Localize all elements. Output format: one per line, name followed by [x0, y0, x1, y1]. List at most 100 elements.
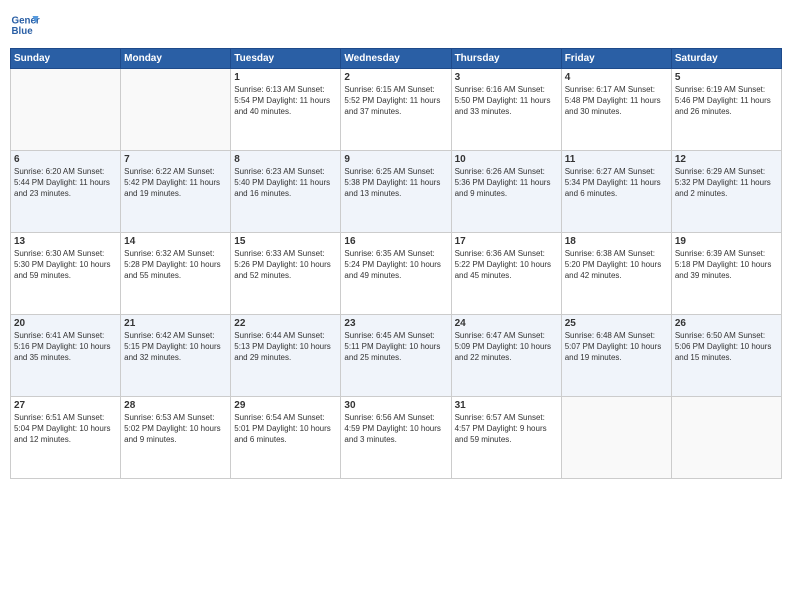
day-number: 17	[455, 236, 558, 247]
calendar-cell	[671, 397, 781, 479]
day-number: 22	[234, 318, 337, 329]
calendar-week-row: 13 Sunrise: 6:30 AM Sunset: 5:30 PM Dayli…	[11, 233, 782, 315]
day-number: 18	[565, 236, 668, 247]
day-number: 9	[344, 154, 447, 165]
calendar-cell: 10 Sunrise: 6:26 AM Sunset: 5:36 PM Dayli…	[451, 151, 561, 233]
day-number: 30	[344, 400, 447, 411]
calendar-cell	[11, 69, 121, 151]
calendar-cell: 23Sunrise: 6:45 AM Sunset: 5:11 PM Dayli…	[341, 315, 451, 397]
calendar-cell	[561, 397, 671, 479]
calendar-cell: 27 Sunrise: 6:51 AM Sunset: 5:04 PM Dayli…	[11, 397, 121, 479]
cell-info: Sunrise: 6:30 AM Sunset: 5:30 PM Dayligh…	[14, 249, 117, 281]
cell-info: Sunrise: 6:26 AM Sunset: 5:36 PM Dayligh…	[455, 167, 558, 199]
calendar-cell: 21 Sunrise: 6:42 AM Sunset: 5:15 PM Dayli…	[121, 315, 231, 397]
weekday-header-saturday: Saturday	[671, 49, 781, 69]
day-number: 10	[455, 154, 558, 165]
calendar-cell: 5Sunrise: 6:19 AM Sunset: 5:46 PM Daylig…	[671, 69, 781, 151]
cell-info: Sunrise: 6:44 AM Sunset: 5:13 PM Dayligh…	[234, 331, 337, 363]
day-number: 31	[455, 400, 558, 411]
weekday-header-monday: Monday	[121, 49, 231, 69]
calendar-cell: 17 Sunrise: 6:36 AM Sunset: 5:22 PM Dayli…	[451, 233, 561, 315]
calendar-week-row: 6 Sunrise: 6:20 AM Sunset: 5:44 PM Daylig…	[11, 151, 782, 233]
day-number: 6	[14, 154, 117, 165]
day-number: 19	[675, 236, 778, 247]
calendar-cell: 12 Sunrise: 6:29 AM Sunset: 5:32 PM Dayli…	[671, 151, 781, 233]
day-number: 29	[234, 400, 337, 411]
day-number: 2	[344, 72, 447, 83]
day-number: 3	[455, 72, 558, 83]
day-number: 26	[675, 318, 778, 329]
calendar-cell: 1 Sunrise: 6:13 AM Sunset: 5:54 PM Daylig…	[231, 69, 341, 151]
cell-info: Sunrise: 6:29 AM Sunset: 5:32 PM Dayligh…	[675, 167, 778, 199]
calendar-cell: 18 Sunrise: 6:38 AM Sunset: 5:20 PM Dayli…	[561, 233, 671, 315]
day-number: 25	[565, 318, 668, 329]
cell-info: Sunrise: 6:48 AM Sunset: 5:07 PM Dayligh…	[565, 331, 668, 363]
day-number: 8	[234, 154, 337, 165]
calendar-cell: 2 Sunrise: 6:15 AM Sunset: 5:52 PM Daylig…	[341, 69, 451, 151]
cell-info: Sunrise: 6:41 AM Sunset: 5:16 PM Dayligh…	[14, 331, 117, 363]
day-number: 7	[124, 154, 227, 165]
calendar-cell: 16 Sunrise: 6:35 AM Sunset: 5:24 PM Dayli…	[341, 233, 451, 315]
cell-info: Sunrise: 6:50 AM Sunset: 5:06 PM Dayligh…	[675, 331, 778, 363]
calendar-cell: 15 Sunrise: 6:33 AM Sunset: 5:26 PM Dayli…	[231, 233, 341, 315]
cell-info: Sunrise: 6:13 AM Sunset: 5:54 PM Dayligh…	[234, 85, 337, 117]
cell-info: Sunrise: 6:38 AM Sunset: 5:20 PM Dayligh…	[565, 249, 668, 281]
cell-info: Sunrise: 6:56 AM Sunset: 4:59 PM Dayligh…	[344, 413, 447, 445]
weekday-header-wednesday: Wednesday	[341, 49, 451, 69]
cell-info: Sunrise: 6:57 AM Sunset: 4:57 PM Dayligh…	[455, 413, 558, 445]
calendar-week-row: 20 Sunrise: 6:41 AM Sunset: 5:16 PM Dayli…	[11, 315, 782, 397]
cell-info: Sunrise: 6:53 AM Sunset: 5:02 PM Dayligh…	[124, 413, 227, 445]
calendar-cell: 13 Sunrise: 6:30 AM Sunset: 5:30 PM Dayli…	[11, 233, 121, 315]
calendar-cell: 14 Sunrise: 6:32 AM Sunset: 5:28 PM Dayli…	[121, 233, 231, 315]
calendar-cell: 20 Sunrise: 6:41 AM Sunset: 5:16 PM Dayli…	[11, 315, 121, 397]
calendar-cell: 26 Sunrise: 6:50 AM Sunset: 5:06 PM Dayli…	[671, 315, 781, 397]
calendar-cell: 3Sunrise: 6:16 AM Sunset: 5:50 PM Daylig…	[451, 69, 561, 151]
cell-info: Sunrise: 6:51 AM Sunset: 5:04 PM Dayligh…	[14, 413, 117, 445]
cell-info: Sunrise: 6:22 AM Sunset: 5:42 PM Dayligh…	[124, 167, 227, 199]
day-number: 13	[14, 236, 117, 247]
cell-info: Sunrise: 6:32 AM Sunset: 5:28 PM Dayligh…	[124, 249, 227, 281]
calendar-cell: 6 Sunrise: 6:20 AM Sunset: 5:44 PM Daylig…	[11, 151, 121, 233]
calendar-cell: 24 Sunrise: 6:47 AM Sunset: 5:09 PM Dayli…	[451, 315, 561, 397]
calendar-cell: 29 Sunrise: 6:54 AM Sunset: 5:01 PM Dayli…	[231, 397, 341, 479]
calendar-cell: 9 Sunrise: 6:25 AM Sunset: 5:38 PM Daylig…	[341, 151, 451, 233]
cell-info: Sunrise: 6:15 AM Sunset: 5:52 PM Dayligh…	[344, 85, 447, 117]
cell-info: Sunrise: 6:47 AM Sunset: 5:09 PM Dayligh…	[455, 331, 558, 363]
calendar-cell: 25 Sunrise: 6:48 AM Sunset: 5:07 PM Dayli…	[561, 315, 671, 397]
day-number: 28	[124, 400, 227, 411]
cell-info: Sunrise: 6:20 AM Sunset: 5:44 PM Dayligh…	[14, 167, 117, 199]
day-number: 14	[124, 236, 227, 247]
logo: General Blue	[10, 10, 40, 40]
calendar-cell: 30 Sunrise: 6:56 AM Sunset: 4:59 PM Dayli…	[341, 397, 451, 479]
day-number: 12	[675, 154, 778, 165]
calendar-header-row: SundayMondayTuesdayWednesdayThursdayFrid…	[11, 49, 782, 69]
day-number: 23	[344, 318, 447, 329]
weekday-header-thursday: Thursday	[451, 49, 561, 69]
day-number: 21	[124, 318, 227, 329]
cell-info: Sunrise: 6:54 AM Sunset: 5:01 PM Dayligh…	[234, 413, 337, 445]
weekday-header-sunday: Sunday	[11, 49, 121, 69]
calendar-table: SundayMondayTuesdayWednesdayThursdayFrid…	[10, 48, 782, 479]
calendar-cell: 11Sunrise: 6:27 AM Sunset: 5:34 PM Dayli…	[561, 151, 671, 233]
cell-info: Sunrise: 6:39 AM Sunset: 5:18 PM Dayligh…	[675, 249, 778, 281]
cell-info: Sunrise: 6:25 AM Sunset: 5:38 PM Dayligh…	[344, 167, 447, 199]
cell-info: Sunrise: 6:23 AM Sunset: 5:40 PM Dayligh…	[234, 167, 337, 199]
day-number: 24	[455, 318, 558, 329]
cell-info: Sunrise: 6:36 AM Sunset: 5:22 PM Dayligh…	[455, 249, 558, 281]
day-number: 5	[675, 72, 778, 83]
cell-info: Sunrise: 6:33 AM Sunset: 5:26 PM Dayligh…	[234, 249, 337, 281]
calendar-cell: 28 Sunrise: 6:53 AM Sunset: 5:02 PM Dayli…	[121, 397, 231, 479]
header: General Blue	[10, 10, 782, 40]
day-number: 27	[14, 400, 117, 411]
cell-info: Sunrise: 6:17 AM Sunset: 5:48 PM Dayligh…	[565, 85, 668, 117]
day-number: 11	[565, 154, 668, 165]
weekday-header-tuesday: Tuesday	[231, 49, 341, 69]
cell-info: Sunrise: 6:42 AM Sunset: 5:15 PM Dayligh…	[124, 331, 227, 363]
cell-info: Sunrise: 6:35 AM Sunset: 5:24 PM Dayligh…	[344, 249, 447, 281]
day-number: 20	[14, 318, 117, 329]
day-number: 15	[234, 236, 337, 247]
calendar-cell: 22 Sunrise: 6:44 AM Sunset: 5:13 PM Dayli…	[231, 315, 341, 397]
day-number: 1	[234, 72, 337, 83]
calendar-cell	[121, 69, 231, 151]
day-number: 16	[344, 236, 447, 247]
